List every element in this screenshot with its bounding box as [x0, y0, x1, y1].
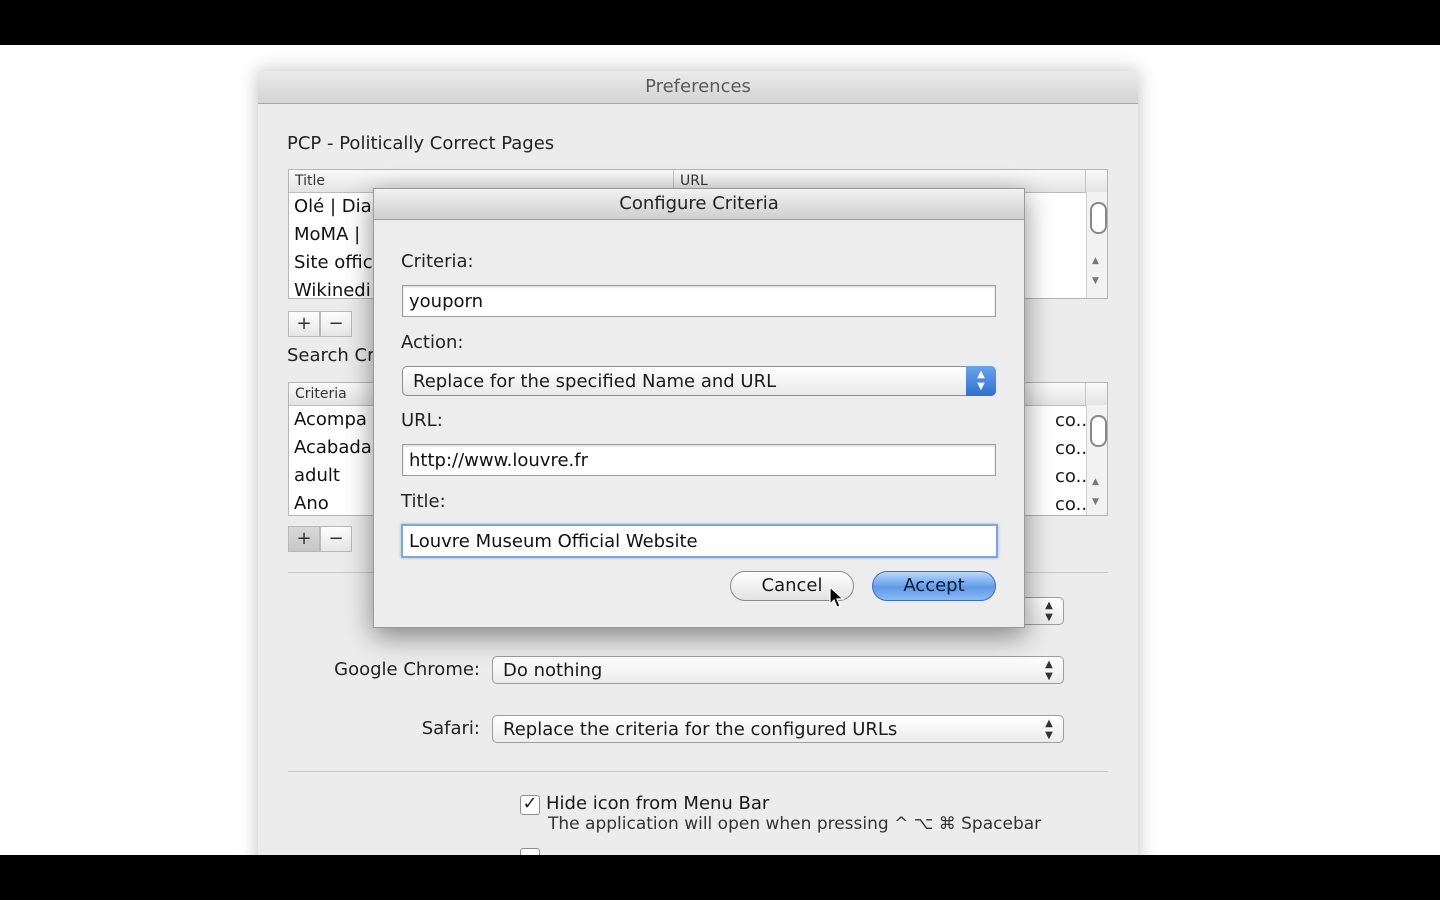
pcp-section-title: PCP - Politically Correct Pages: [287, 133, 555, 154]
divider: [288, 771, 1108, 772]
url-label: URL:: [401, 410, 443, 431]
search-criteria-section-title: Search Cr: [287, 345, 375, 366]
popup-stepper-icon: ▲ ▼: [1045, 600, 1053, 623]
criteria-field[interactable]: [402, 285, 996, 317]
sheet-title: Configure Criteria: [374, 189, 1024, 220]
action-value: Replace for the specified Name and URL: [413, 371, 777, 392]
column-header-criteria[interactable]: Criteria: [289, 383, 347, 405]
scroll-down-icon[interactable]: ▼: [1092, 276, 1099, 286]
safari-label: Safari:: [421, 718, 480, 739]
criteria-add-remove: + −: [288, 526, 352, 552]
scroll-down-icon[interactable]: ▼: [1092, 497, 1099, 507]
scroll-up-icon[interactable]: ▲: [1092, 477, 1099, 487]
url-input[interactable]: [403, 445, 995, 475]
preferences-title: Preferences: [258, 71, 1138, 104]
bottom-letterbox: [0, 855, 1440, 900]
chrome-action-value: Do nothing: [503, 660, 603, 681]
url-field[interactable]: [402, 444, 996, 476]
scroll-thumb[interactable]: [1090, 415, 1107, 447]
title-field[interactable]: [401, 524, 998, 558]
column-header-title[interactable]: Title: [289, 170, 325, 192]
configure-criteria-sheet: Configure Criteria Criteria: Action: Rep…: [373, 188, 1025, 628]
criteria-remove-button[interactable]: −: [320, 526, 352, 552]
title-input[interactable]: [403, 526, 996, 556]
action-popup[interactable]: Replace for the specified Name and URL ▲…: [402, 366, 996, 396]
mouse-pointer-icon: [829, 586, 845, 608]
criteria-label: Criteria:: [401, 251, 474, 272]
chrome-action-popup[interactable]: Do nothing ▲ ▼: [492, 656, 1064, 684]
top-letterbox: [0, 0, 1440, 45]
action-label: Action:: [401, 332, 464, 353]
accept-button[interactable]: Accept: [872, 571, 996, 601]
screen: Preferences PCP - Politically Correct Pa…: [0, 45, 1440, 855]
title-label: Title:: [401, 491, 446, 512]
scroll-up-icon[interactable]: ▲: [1092, 256, 1099, 266]
popup-stepper-icon: ▲ ▼: [1045, 659, 1053, 682]
pcp-add-remove: + −: [288, 311, 352, 337]
popup-stepper-icon: ▲ ▼: [1045, 718, 1053, 741]
safari-action-value: Replace the criteria for the configured …: [503, 719, 898, 740]
scroll-thumb[interactable]: [1090, 202, 1107, 234]
pcp-remove-button[interactable]: −: [320, 311, 352, 337]
criteria-input[interactable]: [403, 286, 995, 316]
criteria-table-scrollbar[interactable]: ▲ ▼: [1086, 405, 1107, 515]
chrome-label: Google Chrome:: [334, 659, 480, 680]
pcp-add-button[interactable]: +: [288, 311, 320, 337]
popup-stepper-icon: ▲ ▼: [966, 366, 996, 396]
hide-icon-hint: The application will open when pressing …: [548, 814, 1042, 834]
hide-icon-checkbox[interactable]: ✓: [520, 795, 540, 815]
second-checkbox[interactable]: [520, 848, 540, 855]
hide-icon-label[interactable]: Hide icon from Menu Bar: [546, 793, 769, 814]
pcp-table-scrollbar[interactable]: ▲ ▼: [1086, 192, 1107, 298]
criteria-add-button[interactable]: +: [288, 526, 320, 552]
safari-action-popup[interactable]: Replace the criteria for the configured …: [492, 715, 1064, 743]
checkmark-icon: ✓: [522, 793, 538, 814]
